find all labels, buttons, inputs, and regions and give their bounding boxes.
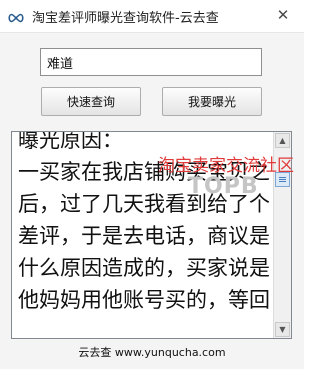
search-input[interactable] [40,48,262,76]
scroll-up-icon[interactable]: ▲ [275,133,290,148]
title-bar: 淘宝差评师曝光查询软件-云去查 ✕ [0,0,304,33]
result-heading: 曝光原因： [18,131,123,152]
window-title: 淘宝差评师曝光查询软件-云去查 [32,11,219,26]
footer-text: 云去查 www.yunqucha.com [78,346,226,359]
scroll-thumb[interactable] [275,172,290,187]
result-content: 曝光原因： 一买家在我店铺购买宝贝之后，过了几天我看到给了个差评，于是去电话，商… [18,131,274,316]
expose-button[interactable]: 我要曝光 [162,87,262,116]
vertical-scrollbar[interactable]: ▲ ▼ [273,132,291,338]
quick-query-button[interactable]: 快速查询 [41,87,141,116]
scroll-down-icon[interactable]: ▼ [275,322,290,337]
result-textarea[interactable]: 曝光原因： 一买家在我店铺购买宝贝之后，过了几天我看到给了个差评，于是去电话，商… [11,131,292,339]
infinity-icon [8,9,24,23]
result-body: 一买家在我店铺购买宝贝之后，过了几天我看到给了个差评，于是去电话，商议是什么原因… [18,160,270,312]
close-button[interactable]: ✕ [269,4,297,26]
